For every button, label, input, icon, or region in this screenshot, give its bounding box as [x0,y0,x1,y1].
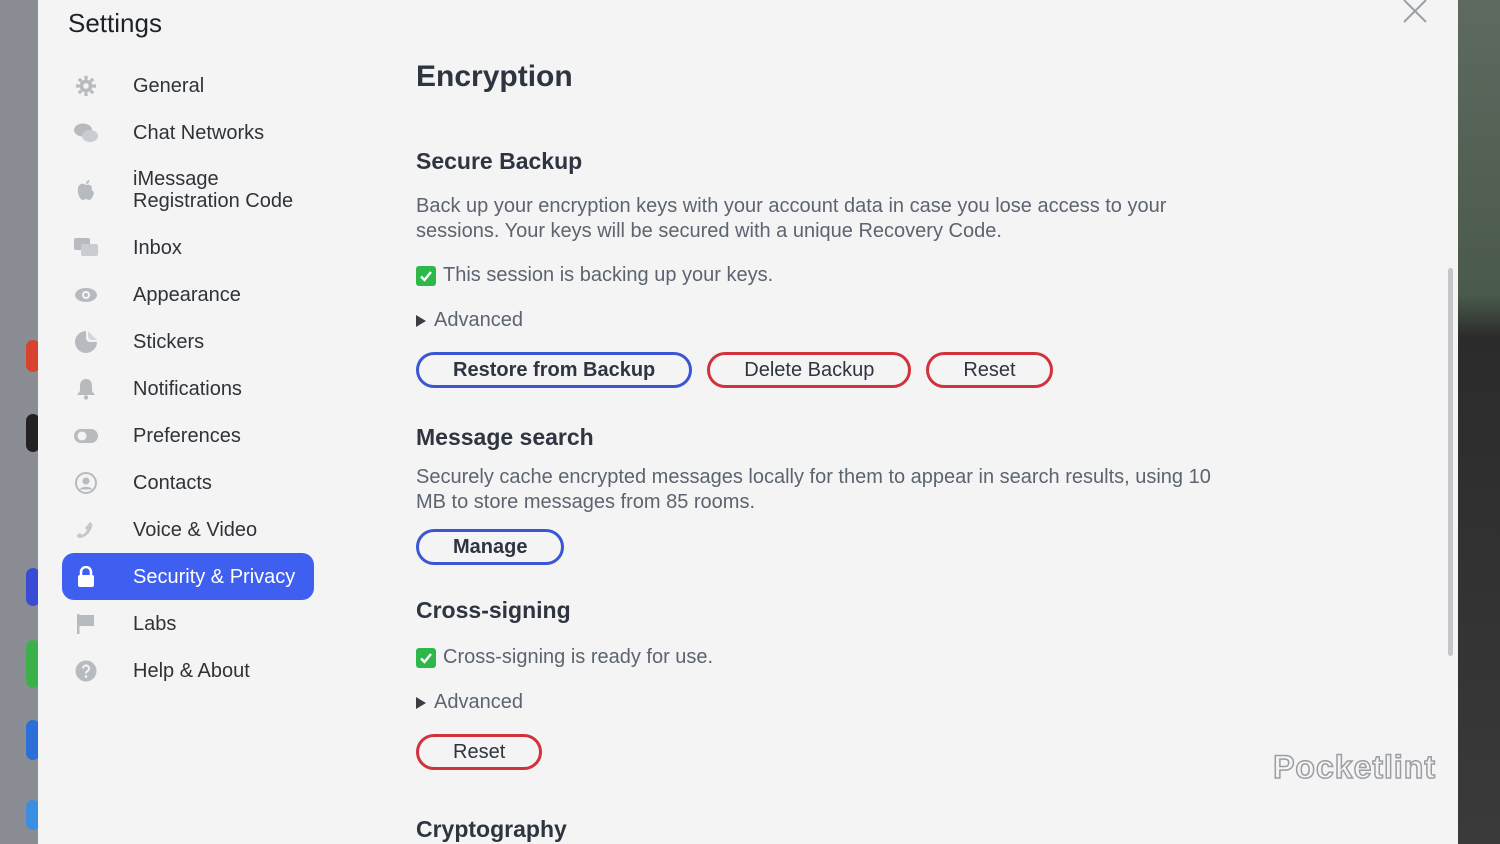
sidebar-item-label: Labs [133,612,177,635]
secure-backup-description: Back up your encryption keys with your a… [416,195,1167,242]
background-desktop-right [1456,0,1500,844]
sidebar-item-label: Appearance [133,283,241,306]
flag-icon [74,612,98,636]
sidebar-item-inbox[interactable]: Inbox [62,224,314,271]
dialog-title: Settings [68,8,162,38]
section-title-message-search: Message search [416,424,594,450]
apple-icon [74,178,98,202]
settings-content: Encryption Secure Backup Back up your en… [416,60,1216,843]
sticker-icon [74,330,98,354]
delete-backup-button[interactable]: Delete Backup [707,352,912,388]
settings-dialog: Settings General Chat Networks iMessage … [38,0,1458,844]
sidebar-item-label: iMessage Registration Code [133,168,294,212]
cross-signing-status: Cross-signing is ready for use. [416,646,1216,669]
sidebar-item-help-about[interactable]: Help & About [62,647,314,694]
secure-backup-status: This session is backing up your keys. [416,264,1216,287]
message-search-buttons: Manage [416,529,1216,565]
sidebar-item-contacts[interactable]: Contacts [62,459,314,506]
scrollbar[interactable] [1448,268,1453,656]
sidebar-item-labs[interactable]: Labs [62,600,314,647]
sidebar-item-label: Security & Privacy [133,565,296,588]
disclosure-triangle-icon [416,314,426,327]
message-search-section: Message search Securely cache encrypted … [416,424,1216,565]
watermark-logo: Pocketlint [1272,748,1436,786]
sidebar-item-security-privacy[interactable]: Security & Privacy [62,553,314,600]
sidebar-item-chat-networks[interactable]: Chat Networks [62,109,314,156]
sidebar-item-label: Chat Networks [133,121,265,144]
close-icon[interactable] [1400,0,1430,26]
contact-icon [74,471,98,495]
advanced-label: Advanced [434,691,523,713]
sidebar-item-general[interactable]: General [62,62,314,109]
gear-icon [74,74,98,98]
sidebar-item-voice-video[interactable]: Voice & Video [62,506,314,553]
chat-bubbles-icon [74,121,98,145]
secure-backup-section: Secure Backup Back up your encryption ke… [416,148,1216,388]
sidebar-item-label: Help & About [133,659,250,682]
sidebar-item-label: Inbox [133,236,182,259]
advanced-label: Advanced [434,309,523,331]
cross-signing-section: Cross-signing Cross-signing is ready for… [416,597,1216,770]
inbox-icon [74,236,98,260]
sidebar-item-stickers[interactable]: Stickers [62,318,314,365]
sidebar-item-label: General [133,74,205,97]
help-icon [74,659,98,683]
sidebar-item-preferences[interactable]: Preferences [62,412,314,459]
page-title: Encryption [416,60,573,93]
message-search-description: Securely cache encrypted messages locall… [416,466,1211,513]
sidebar-item-imessage-registration[interactable]: iMessage Registration Code [62,156,314,224]
disclosure-triangle-icon [416,696,426,709]
sidebar-item-label: Contacts [133,471,212,494]
sidebar-item-appearance[interactable]: Appearance [62,271,314,318]
checkmark-icon [416,647,436,668]
section-title-cross-signing: Cross-signing [416,597,571,623]
sidebar-item-notifications[interactable]: Notifications [62,365,314,412]
cross-signing-status-text: Cross-signing is ready for use. [443,646,714,668]
checkmark-icon [416,265,436,286]
bell-icon [74,377,98,401]
reset-backup-button[interactable]: Reset [926,352,1053,388]
sidebar-item-label: Voice & Video [133,518,258,541]
sidebar-item-label: Preferences [133,424,241,447]
settings-sidebar: General Chat Networks iMessage Registrat… [62,62,314,694]
phone-icon [74,518,98,542]
manage-button[interactable]: Manage [416,529,565,565]
lock-icon [74,565,98,589]
section-title-cryptography: Cryptography [416,816,567,842]
sidebar-item-label: Stickers [133,330,205,353]
toggle-icon [74,424,98,448]
restore-from-backup-button[interactable]: Restore from Backup [416,352,693,388]
secure-backup-status-text: This session is backing up your keys. [443,264,774,286]
secure-backup-advanced-toggle[interactable]: Advanced [416,309,1216,332]
eye-icon [74,283,98,307]
sidebar-item-label: Notifications [133,377,242,400]
secure-backup-buttons: Restore from Backup Delete Backup Reset [416,352,1216,388]
cross-signing-advanced-toggle[interactable]: Advanced [416,691,1216,714]
section-title-secure-backup: Secure Backup [416,148,583,174]
cross-signing-buttons: Reset [416,734,1216,770]
reset-cross-signing-button[interactable]: Reset [416,734,543,770]
